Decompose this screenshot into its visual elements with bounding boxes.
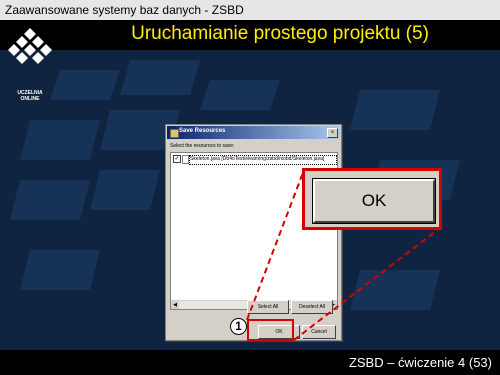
resource-label: Skeleton.java [Db4oTest/elearning/zsbd/n… xyxy=(189,155,337,165)
course-title-bar: Zaawansowane systemy baz danych - ZSBD xyxy=(0,0,500,21)
dialog-app-icon xyxy=(170,129,179,138)
scroll-left-icon[interactable]: ◀ xyxy=(171,301,179,309)
save-resources-dialog: Save Resources × Select the resources to… xyxy=(165,124,342,341)
deselect-all-button[interactable]: Deselect All xyxy=(291,300,333,314)
zoomed-ok-button: OK xyxy=(313,179,435,223)
dialog-prompt: Select the resources to save: xyxy=(170,143,235,149)
ok-button-highlight xyxy=(247,319,294,341)
slide-number: ZSBD – ćwiczenie 4 (53) xyxy=(348,355,492,370)
step-number-badge: 1 xyxy=(230,318,247,335)
dialog-title: Save Resources xyxy=(179,128,226,134)
resource-checkbox[interactable]: ✓ xyxy=(173,155,181,163)
cancel-button[interactable]: Cancel xyxy=(302,325,336,339)
zoomed-ok-callout: OK xyxy=(302,168,442,230)
java-file-icon xyxy=(182,155,189,164)
close-icon[interactable]: × xyxy=(327,128,338,138)
course-title: Zaawansowane systemy baz danych - ZSBD xyxy=(5,3,244,17)
dialog-titlebar[interactable]: Save Resources × xyxy=(167,126,340,139)
list-item[interactable]: ✓ Skeleton.java [Db4oTest/elearning/zsbd… xyxy=(173,155,337,165)
select-all-button[interactable]: Select All xyxy=(247,300,289,314)
slide-title: Uruchamianie prostego projektu (5) xyxy=(131,23,429,44)
footer-bar: ZSBD – ćwiczenie 4 (53) xyxy=(0,350,500,375)
